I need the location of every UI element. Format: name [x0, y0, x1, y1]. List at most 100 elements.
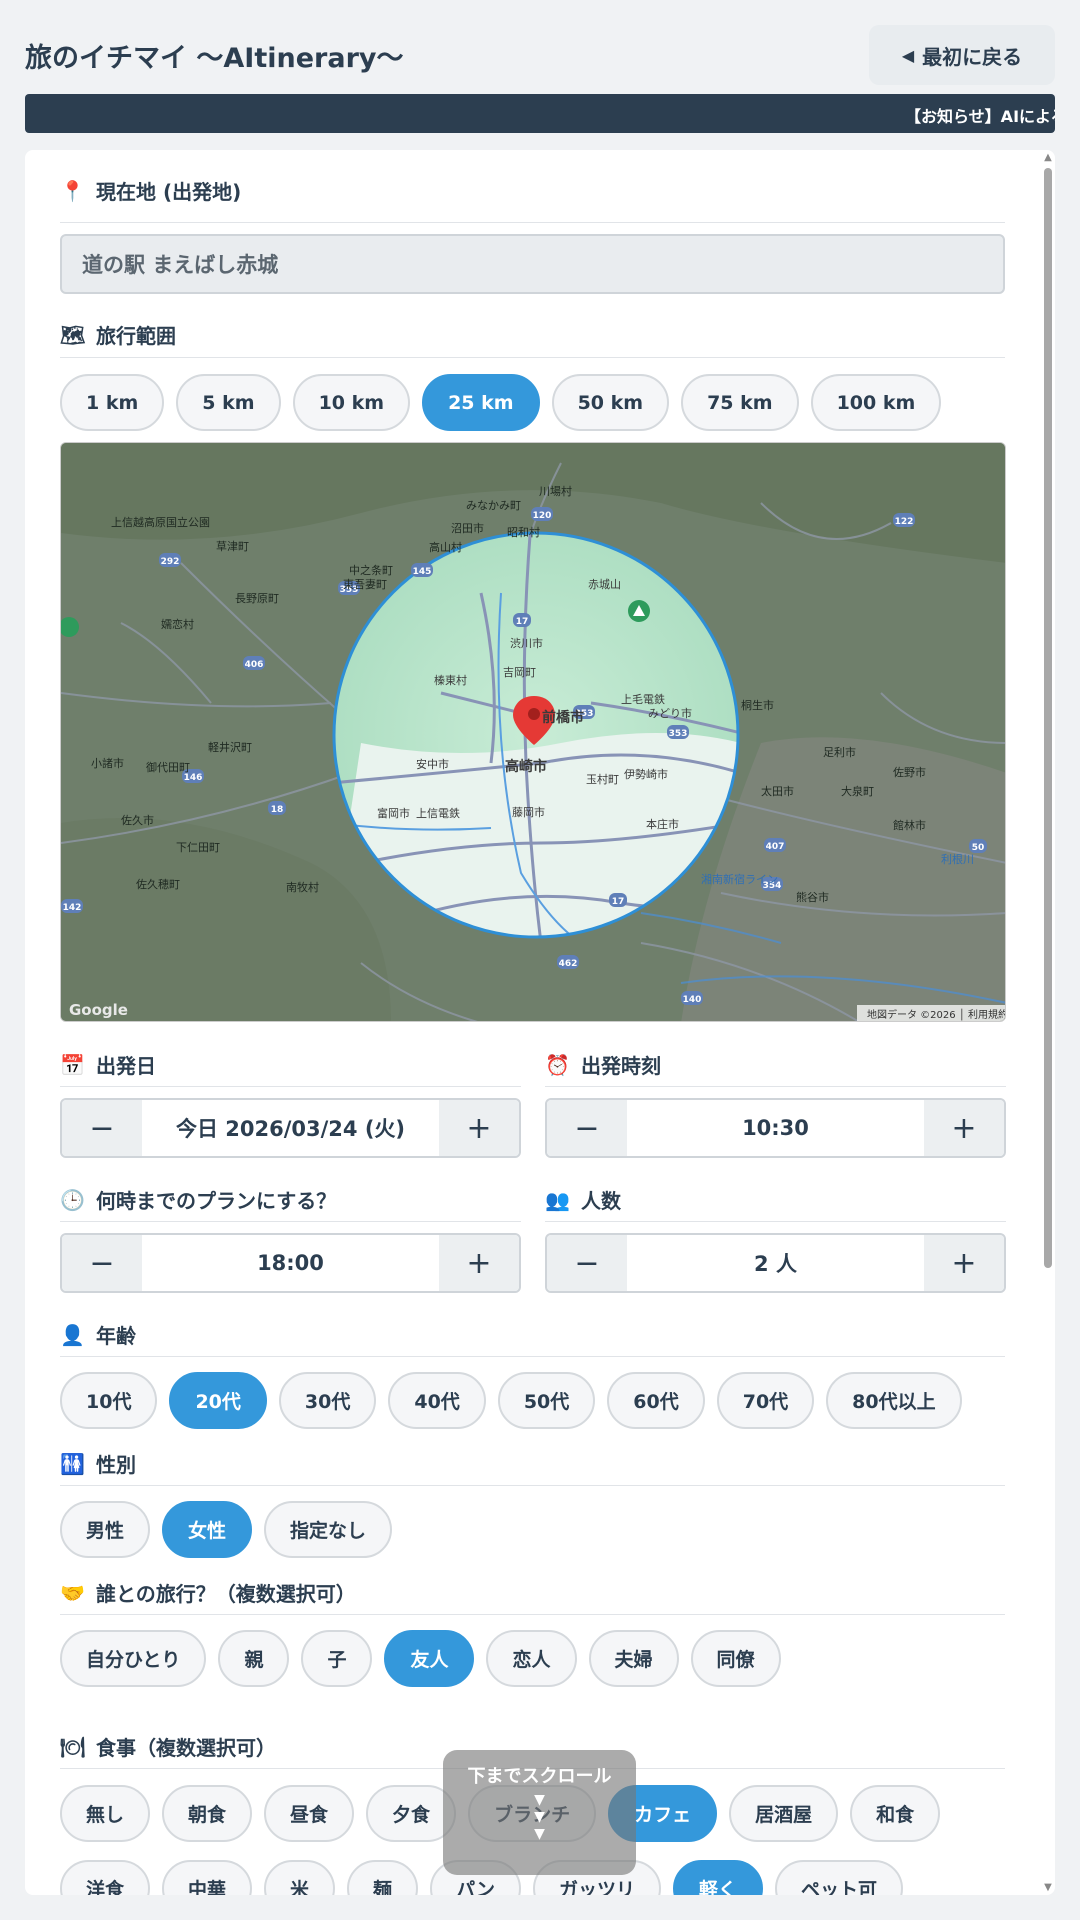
- gender-option-chip[interactable]: 女性: [162, 1501, 253, 1558]
- age-option-chip[interactable]: 80代以上: [826, 1372, 962, 1429]
- divider: [60, 1614, 1005, 1615]
- range-option-chip[interactable]: 10 km: [292, 374, 411, 431]
- age-option-chip[interactable]: 70代: [716, 1372, 815, 1429]
- map-place-label: 本庄市: [646, 817, 679, 831]
- scroll-thumb[interactable]: [1044, 168, 1052, 1268]
- meal-option-chip[interactable]: 朝食: [162, 1785, 253, 1842]
- map-place-label: 小諸市: [91, 756, 124, 770]
- svg-text:292: 292: [161, 557, 180, 567]
- map-place-label: 上信電鉄: [416, 806, 460, 820]
- section-meal: 🍽 食事（複数選択可）: [60, 1732, 276, 1761]
- divider: [60, 1221, 521, 1222]
- meal2-option-chip[interactable]: 中華: [162, 1860, 253, 1895]
- age-option-chip[interactable]: 20代: [169, 1372, 267, 1429]
- svg-text:18: 18: [271, 805, 284, 815]
- gender-option-chip[interactable]: 男性: [60, 1501, 151, 1558]
- meal2-option-chip[interactable]: 洋食: [60, 1860, 151, 1895]
- svg-text:122: 122: [895, 517, 914, 527]
- scroll-down-arrow-icon[interactable]: ▼: [1041, 1882, 1055, 1893]
- time-increment-button[interactable]: +: [924, 1100, 1004, 1156]
- range-option-chip[interactable]: 5 km: [176, 374, 281, 431]
- section-until: 🕒 何時までのプランにする？: [60, 1185, 336, 1214]
- people-increment-button[interactable]: +: [924, 1235, 1004, 1291]
- age-option-chip[interactable]: 10代: [60, 1372, 158, 1429]
- meal2-option-chip[interactable]: 麺: [347, 1860, 419, 1895]
- meal-option-chip[interactable]: 居酒屋: [729, 1785, 839, 1842]
- map-place-label: 榛東村: [434, 673, 467, 687]
- section-title-range: 旅行範囲: [96, 324, 176, 348]
- scroll-up-arrow-icon[interactable]: ▲: [1041, 152, 1055, 163]
- map-place-label: 前橋市: [542, 709, 584, 726]
- companion-option-chip[interactable]: 友人: [384, 1630, 475, 1687]
- map-attribution[interactable]: 地図データ ©2026 │ 利用規約: [867, 1008, 1006, 1021]
- map-place-label: 草津町: [216, 540, 249, 553]
- people-decrement-button[interactable]: −: [547, 1235, 627, 1291]
- map-place-label: 玉村町: [586, 772, 619, 786]
- map-place-label: 熊谷市: [796, 890, 829, 904]
- map-place-label: 足利市: [823, 745, 856, 759]
- map-place-label: 富岡市: [377, 806, 410, 820]
- companion-option-chip[interactable]: 子: [301, 1630, 373, 1687]
- map-icon: 🗺: [60, 322, 86, 347]
- meal-option-chip[interactable]: 昼食: [264, 1785, 355, 1842]
- date-increment-button[interactable]: +: [439, 1100, 519, 1156]
- map-place-label: 沼田市: [451, 521, 484, 535]
- svg-text:17: 17: [612, 897, 625, 907]
- companion-option-chip[interactable]: 同僚: [690, 1630, 781, 1687]
- age-option-chip[interactable]: 50代: [497, 1372, 596, 1429]
- companion-option-chip[interactable]: 恋人: [486, 1630, 577, 1687]
- svg-text:50: 50: [972, 843, 985, 853]
- age-option-chip[interactable]: 40代: [388, 1372, 486, 1429]
- map-place-label: 昭和村: [507, 525, 540, 539]
- location-field[interactable]: 道の駅 まえばし赤城: [60, 234, 1005, 294]
- back-arrow-icon: ◀: [901, 45, 915, 65]
- person-icon: 👤: [60, 1322, 85, 1347]
- gender-option-chip[interactable]: 指定なし: [264, 1501, 393, 1558]
- scrollbar[interactable]: ▲ ▼: [1041, 150, 1055, 1895]
- divider: [545, 1221, 1006, 1222]
- map-place-label: みなかみ町: [466, 499, 521, 512]
- section-title-date: 出発日: [96, 1054, 156, 1078]
- scroll-to-bottom-button[interactable]: 下までスクロール ▼ ▼ ▼: [443, 1750, 636, 1875]
- date-stepper: − 今日 2026/03/24 (火) +: [60, 1098, 521, 1158]
- map-place-label: 軽井沢町: [208, 740, 252, 754]
- map-place-label: 嬬恋村: [161, 617, 194, 631]
- meal-option-chip[interactable]: 無し: [60, 1785, 151, 1842]
- date-decrement-button[interactable]: −: [62, 1100, 142, 1156]
- range-option-chip[interactable]: 50 km: [551, 374, 670, 431]
- range-option-chip[interactable]: 75 km: [681, 374, 799, 431]
- companion-option-chip[interactable]: 親: [218, 1630, 290, 1687]
- companion-option-chip[interactable]: 夫婦: [588, 1630, 679, 1687]
- svg-text:407: 407: [766, 842, 785, 852]
- people-icon: 👥: [545, 1187, 570, 1212]
- pin-icon: 📍: [60, 178, 85, 203]
- page-title: 旅のイチマイ 〜AItinerary〜: [25, 42, 404, 74]
- notice-ticker: 【お知らせ】AIによる: [25, 94, 1055, 133]
- range-option-chip[interactable]: 100 km: [810, 374, 942, 431]
- meal-option-chip[interactable]: 和食: [850, 1785, 941, 1842]
- until-increment-button[interactable]: +: [439, 1235, 519, 1291]
- age-option-chip[interactable]: 30代: [278, 1372, 377, 1429]
- meal2-option-chip[interactable]: ペット可: [775, 1860, 904, 1895]
- map-place-label: 利根川: [941, 852, 974, 866]
- range-map[interactable]: 120 145 353 17 353 353 406 292 146 18 14…: [60, 442, 1006, 1022]
- location-value: 道の駅 まえばし赤城: [82, 253, 279, 277]
- age-options: 10代 20代 30代 40代 50代 60代 70代 80代以上: [60, 1372, 962, 1429]
- until-decrement-button[interactable]: −: [62, 1235, 142, 1291]
- companion-option-chip[interactable]: 自分ひとり: [60, 1630, 207, 1687]
- map-place-label: 安中市: [416, 757, 449, 771]
- divider: [60, 1485, 1005, 1486]
- meal2-option-chip[interactable]: 軽く: [673, 1860, 764, 1895]
- map-place-label: 佐野市: [893, 765, 926, 779]
- age-option-chip[interactable]: 60代: [607, 1372, 705, 1429]
- meal2-option-chip[interactable]: 米: [264, 1860, 336, 1895]
- date-value: 今日 2026/03/24 (火): [175, 1117, 406, 1141]
- map-place-label: 東吾妻町: [343, 578, 387, 591]
- map-place-label: 湘南新宿ライン: [701, 872, 778, 886]
- back-to-start-button[interactable]: ◀ 最初に戻る: [869, 25, 1055, 85]
- time-decrement-button[interactable]: −: [547, 1100, 627, 1156]
- range-option-chip[interactable]: 25 km: [422, 374, 540, 431]
- map-place-label: 伊勢崎市: [624, 767, 668, 781]
- range-option-chip[interactable]: 1 km: [60, 374, 165, 431]
- divider: [60, 357, 1005, 358]
